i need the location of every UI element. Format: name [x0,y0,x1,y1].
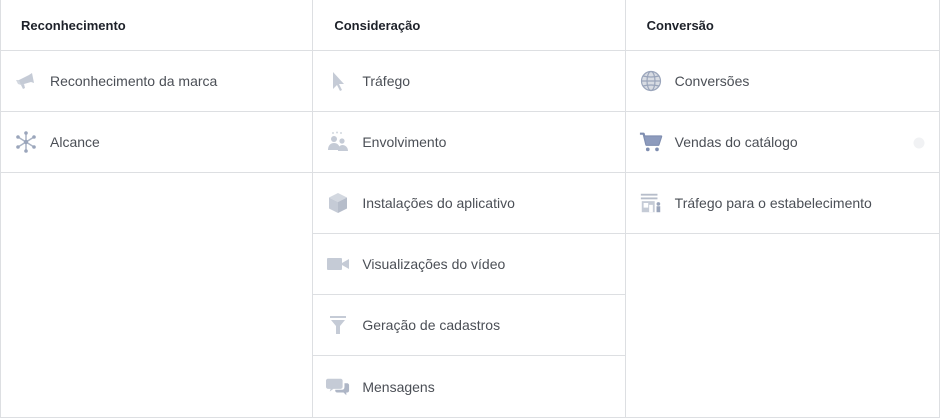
objective-geracao-de-cadastros[interactable]: Geração de cadastros [313,295,625,356]
column-reconhecimento: Reconhecimento Reconhecimento da marca A… [1,0,314,417]
video-camera-icon [326,252,350,276]
reach-icon [14,130,38,154]
people-icon [326,130,350,154]
objective-label: Alcance [50,134,100,150]
info-icon[interactable] [913,136,925,149]
objective-mensagens[interactable]: Mensagens [313,356,624,417]
campaign-objective-table: Reconhecimento Reconhecimento da marca A… [0,0,940,418]
column-header-reconhecimento: Reconhecimento [1,0,313,51]
funnel-icon [326,313,350,337]
objective-label: Mensagens [362,378,435,395]
column-header-conversao: Conversão [625,0,939,51]
objective-label: Visualizações do vídeo [362,256,506,272]
globe-icon [639,69,663,93]
objective-label: Tráfego para o estabelecimento [674,195,872,211]
objective-label: Tráfego [362,73,411,89]
storefront-icon [639,191,663,215]
column-conversao: Conversão Conversões Vendas do catálogo … [625,0,939,417]
column-header-consideracao: Consideração [313,0,625,51]
box-icon [326,191,350,215]
objective-label: Envolvimento [362,134,447,150]
objective-instalacoes-do-aplicativo[interactable]: Instalações do aplicativo [313,173,625,234]
objective-label: Instalações do aplicativo [362,195,515,211]
chat-bubbles-icon [326,375,350,399]
cursor-icon [326,69,350,93]
objective-conversoes[interactable]: Conversões [625,51,939,112]
shopping-cart-icon [639,130,663,154]
objective-label: Vendas do catálogo [674,134,798,150]
objective-label: Conversões [674,73,750,89]
megaphone-icon [14,69,38,93]
objective-envolvimento[interactable]: Envolvimento [313,112,625,173]
objective-trafego-para-o-estabelecimento[interactable]: Tráfego para o estabelecimento [625,173,939,234]
objective-label: Reconhecimento da marca [50,73,218,89]
objective-trafego[interactable]: Tráfego [313,51,625,112]
objective-alcance[interactable]: Alcance [1,112,313,173]
objective-reconhecimento-da-marca[interactable]: Reconhecimento da marca [1,51,313,112]
objective-label: Geração de cadastros [362,317,501,333]
objective-vendas-do-catalogo[interactable]: Vendas do catálogo [625,112,939,173]
objective-visualizacoes-do-video[interactable]: Visualizações do vídeo [313,234,625,295]
column-consideracao: Consideração Tráfego Envolvimento Instal… [313,0,626,417]
